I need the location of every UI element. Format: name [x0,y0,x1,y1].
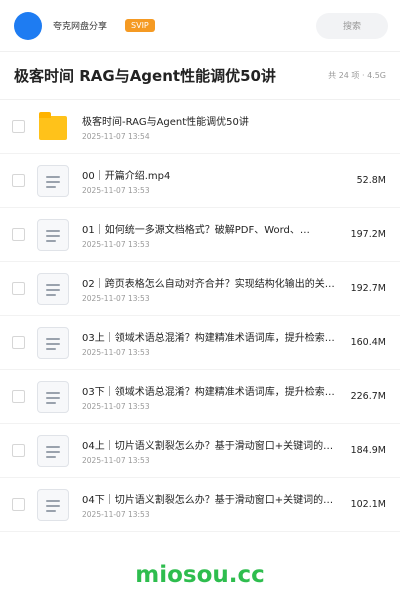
file-row[interactable]: 03下｜领域术语总混淆？构建精准术语词库，提升检索… 2025-11-07 13… [0,370,400,424]
file-size: 52.8M [356,175,386,186]
avatar[interactable] [14,11,42,40]
file-row[interactable]: 04上｜切片语义割裂怎么办？基于滑动窗口+关键词的… 2025-11-07 13… [0,424,400,478]
document-icon [37,164,69,197]
document-icon [37,434,69,467]
file-row[interactable]: 极客时间-RAG与Agent性能调优50讲 2025-11-07 13:54 [0,100,400,154]
document-icon [37,488,69,521]
file-row[interactable]: 00｜开篇介绍.mp4 2025-11-07 13:53 52.8M [0,154,400,208]
file-row[interactable]: 01｜如何统一多源文档格式？破解PDF、Word、… 2025-11-07 13… [0,208,400,262]
file-date: 2025-11-07 13:54 [82,131,150,141]
file-row[interactable]: 04下｜切片语义割裂怎么办？基于滑动窗口+关键词的… 2025-11-07 13… [0,478,400,532]
row-checkbox[interactable] [12,498,25,511]
owner-name: 夸克网盘分享 [53,22,108,32]
file-row[interactable]: 02｜跨页表格怎么自动对齐合并？实现结构化输出的关… 2025-11-07 13… [0,262,400,316]
file-size: 197.2M [350,229,386,240]
folder-icon [37,111,69,143]
file-date: 2025-11-07 13:53 [82,509,150,519]
app-header: 夸克网盘分享 SVIP 搜索 [0,0,400,52]
search-input[interactable]: 搜索 [316,12,388,39]
file-row[interactable]: 03上｜领域术语总混淆？构建精准术语词库，提升检索… 2025-11-07 13… [0,316,400,370]
document-icon [37,380,69,413]
file-date: 2025-11-07 13:53 [82,455,150,465]
file-date: 2025-11-07 13:53 [82,293,150,303]
document-icon [37,218,69,251]
watermark: miosou.cc [135,562,265,588]
file-date: 2025-11-07 13:53 [82,185,150,195]
row-checkbox[interactable] [12,444,25,457]
svip-badge: SVIP [125,19,155,32]
file-date: 2025-11-07 13:53 [82,401,150,411]
file-date: 2025-11-07 13:53 [82,347,150,357]
row-checkbox[interactable] [12,282,25,295]
file-size: 102.1M [350,499,386,510]
row-checkbox[interactable] [12,120,25,133]
item-summary: 共 24 项 · 4.5G [328,71,386,80]
row-checkbox[interactable] [12,336,25,349]
share-title-bar: 极客时间 RAG与Agent性能调优50讲 共 24 项 · 4.5G [0,52,400,100]
document-icon [37,272,69,305]
file-name: 04下｜切片语义割裂怎么办？基于滑动窗口+关键词的… [82,494,334,506]
file-size: 192.7M [350,283,386,294]
page-title: 极客时间 RAG与Agent性能调优50讲 [14,67,276,85]
file-name: 01｜如何统一多源文档格式？破解PDF、Word、… [82,224,310,236]
file-name: 04上｜切片语义割裂怎么办？基于滑动窗口+关键词的… [82,440,334,452]
file-name: 03上｜领域术语总混淆？构建精准术语词库，提升检索… [82,332,335,344]
row-checkbox[interactable] [12,228,25,241]
file-name: 00｜开篇介绍.mp4 [82,170,171,182]
file-size: 184.9M [350,445,386,456]
file-date: 2025-11-07 13:53 [82,239,150,249]
file-name: 极客时间-RAG与Agent性能调优50讲 [82,116,249,128]
file-list: 极客时间-RAG与Agent性能调优50讲 2025-11-07 13:54 0… [0,100,400,532]
document-icon [37,326,69,359]
file-name: 03下｜领域术语总混淆？构建精准术语词库，提升检索… [82,386,335,398]
file-name: 02｜跨页表格怎么自动对齐合并？实现结构化输出的关… [82,278,335,290]
row-checkbox[interactable] [12,390,25,403]
file-size: 160.4M [350,337,386,348]
file-size: 226.7M [350,391,386,402]
row-checkbox[interactable] [12,174,25,187]
